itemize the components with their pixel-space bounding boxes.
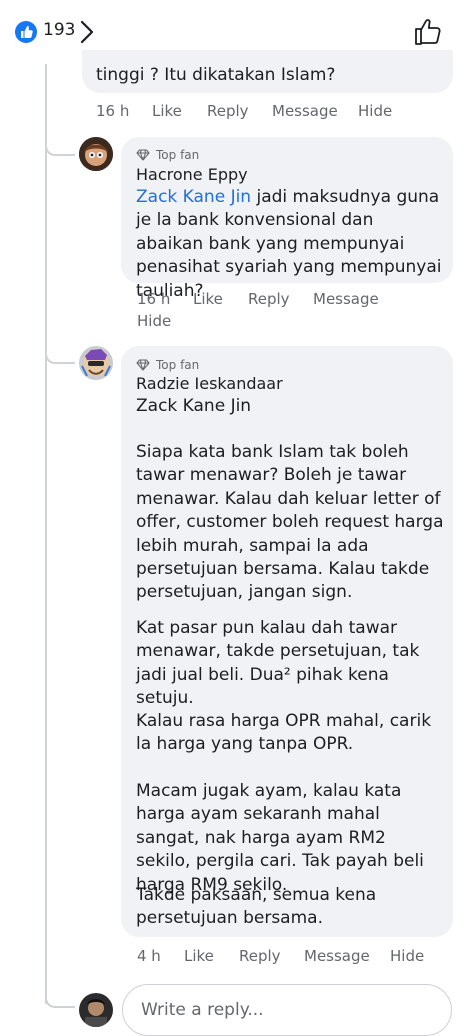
hide-button[interactable]: Hide: [137, 312, 171, 330]
comment-paragraph: Kat pasar pun kalau dah tawar menawar, t…: [136, 618, 420, 709]
comment-bubble: tinggi ? Itu dikatakan Islam?: [82, 50, 453, 93]
reply-input[interactable]: Write a reply...: [122, 984, 452, 1036]
comment-time: 16 h: [96, 102, 130, 120]
comment-paragraph: Kalau rasa harga OPR mahal, carik la har…: [136, 711, 432, 755]
hide-button[interactable]: Hide: [358, 102, 392, 120]
comment-author[interactable]: Radzie Ieskandaar: [136, 374, 283, 393]
comment-paragraph: Macam jugak ayam, kalau kata harga ayam …: [136, 781, 424, 895]
avatar[interactable]: [79, 346, 113, 380]
my-avatar: [79, 993, 113, 1027]
reply-button[interactable]: Reply: [248, 290, 290, 308]
reply-button[interactable]: Reply: [239, 947, 281, 965]
message-button[interactable]: Message: [313, 290, 379, 308]
badge-label: Top fan: [156, 358, 200, 372]
like-button[interactable]: Like: [184, 947, 214, 965]
like-thumb-icon[interactable]: [413, 17, 443, 47]
comment-time: 4 h: [137, 947, 161, 965]
like-button[interactable]: Like: [152, 102, 182, 120]
like-button[interactable]: Like: [193, 290, 223, 308]
comment-text: tinggi ? Itu dikatakan Islam?: [96, 65, 336, 85]
comment-author[interactable]: Hacrone Eppy: [136, 165, 248, 184]
top-fan-badge: Top fan: [136, 357, 199, 373]
top-fan-badge: Top fan: [136, 147, 199, 163]
diamond-icon: [136, 149, 150, 161]
thread-branch: [45, 990, 75, 1008]
reply-button[interactable]: Reply: [207, 102, 249, 120]
thread-line: [45, 64, 47, 1004]
mention-link[interactable]: Zack Kane Jin: [136, 395, 251, 418]
message-button[interactable]: Message: [272, 102, 338, 120]
message-button[interactable]: Message: [304, 947, 370, 965]
comment-time: 16 h: [137, 290, 171, 308]
reply-placeholder: Write a reply...: [141, 1000, 264, 1020]
diamond-icon: [136, 359, 150, 371]
chevron-right-icon[interactable]: [80, 20, 94, 44]
comment-paragraph: Takde paksaan, semua kena persetujuan be…: [136, 885, 377, 929]
like-reaction-icon: [15, 21, 37, 43]
thread-branch: [45, 346, 75, 364]
comment-bubble: Top fan Hacrone Eppy Zack Kane Jin jadi …: [121, 137, 453, 301]
comment-paragraph: Siapa kata bank Islam tak boleh tawar me…: [136, 442, 444, 603]
comment-bubble: Top fan Radzie Ieskandaar Zack Kane Jin …: [121, 346, 453, 937]
mention-link[interactable]: Zack Kane Jin: [136, 187, 251, 207]
avatar[interactable]: [79, 137, 113, 171]
thread-branch: [45, 138, 75, 156]
badge-label: Top fan: [156, 148, 200, 162]
comment-text: Zack Kane Jin jadi maksudnya guna je la …: [136, 186, 444, 303]
hide-button[interactable]: Hide: [390, 947, 424, 965]
reaction-count[interactable]: 193: [43, 20, 75, 40]
